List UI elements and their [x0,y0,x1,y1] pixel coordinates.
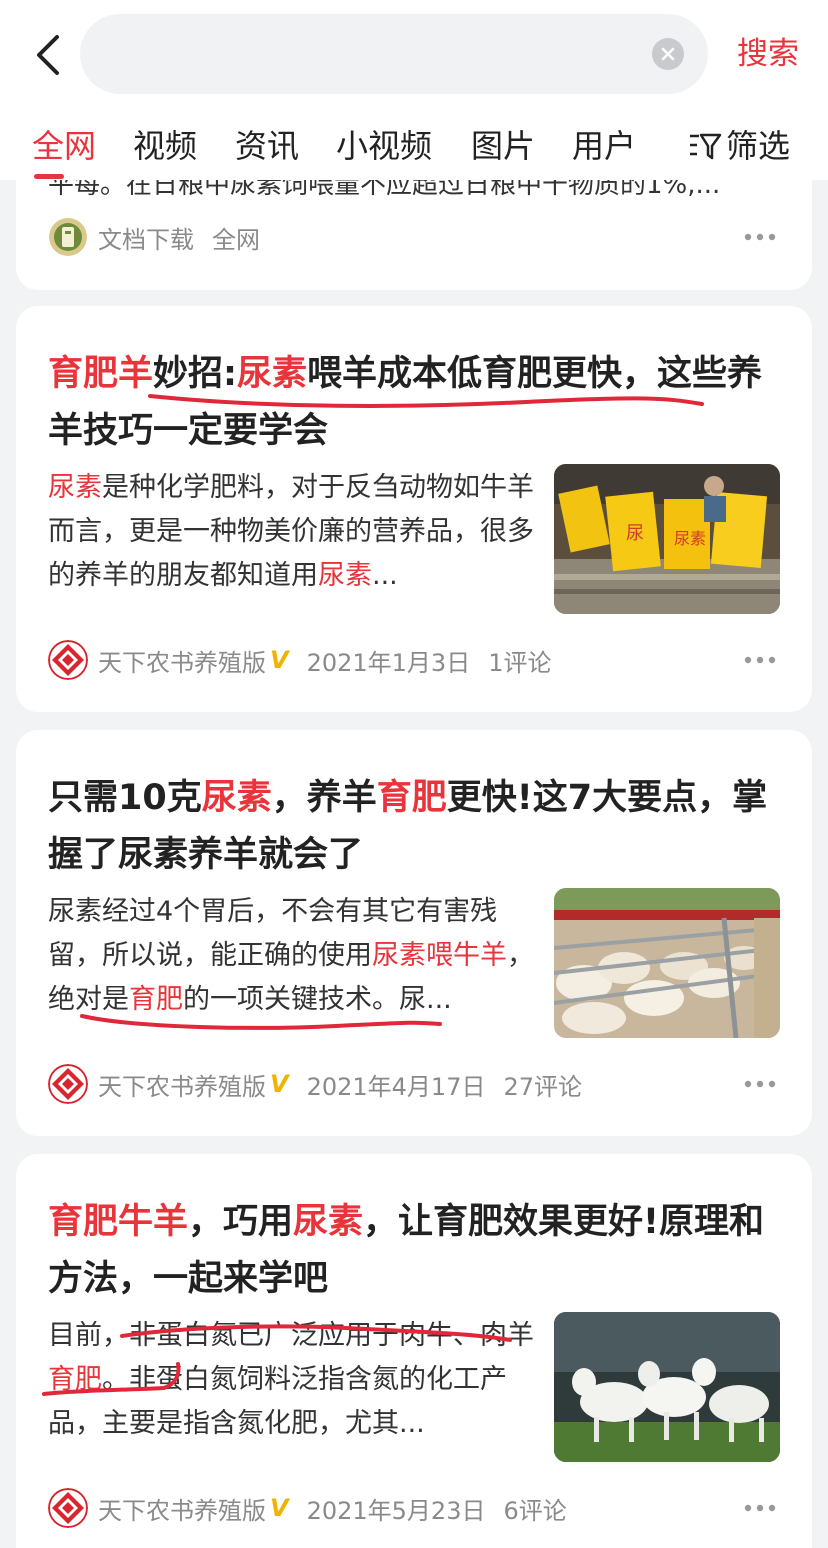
clear-search-button[interactable] [652,38,684,70]
title-highlight: 尿素 [293,1202,364,1242]
comment-count: 1评论 [488,648,552,677]
result-snippet: 目前，非蛋白氮已广泛应用于肉牛、肉羊育肥。非蛋白氮饲料泛指含氮的化工产品，主要是… [48,1314,538,1446]
result-meta: 文档下载 全网 [48,215,780,259]
filter-label: 筛选 [726,127,791,165]
white-goats-image [554,1312,780,1462]
active-tab-indicator [34,174,64,179]
source-logo-icon [48,1488,88,1528]
source-name[interactable]: 文档下载 [98,220,194,255]
result-card[interactable]: 育肥牛羊，巧用尿素，让育肥效果更好!原理和方法，一起来学吧 目前，非蛋白氮已广泛… [16,1154,812,1548]
publish-date: 2021年5月23日 [306,1496,486,1525]
category-tabs: 全网 视频 资讯 小视频 图片 用户 筛选 [0,118,828,180]
snippet-text: 目前，非蛋白氮已广泛应用于肉牛、肉羊 [48,1320,534,1351]
tab-short-video[interactable]: 小视频 [336,118,432,174]
document-download-avatar [49,218,87,256]
more-dots-icon [744,1504,776,1512]
result-title[interactable]: 只需10克尿素，养羊育肥更快!这7大要点，掌握了尿素养羊就会了 [48,770,778,884]
search-header: 搜索 全网 视频 资讯 小视频 图片 用户 筛选 [0,0,828,180]
result-meta: 天下农书养殖版 V 2021年1月3日 1评论 [48,638,780,682]
comment-count: 27评论 [503,1072,583,1101]
search-button[interactable]: 搜索 [728,30,808,78]
tab-news[interactable]: 资讯 [235,118,299,174]
snippet-text: 。非蛋白氮饲料泛指含氮的化工产品，主要是指含氮化肥，尤其... [48,1364,507,1439]
result-thumbnail[interactable] [554,888,780,1038]
tab-users[interactable]: 用户 [572,118,636,174]
result-title[interactable]: 育肥牛羊，巧用尿素，让育肥效果更好!原理和方法，一起来学吧 [48,1194,778,1308]
snippet-highlight: 育肥 [48,1364,102,1395]
comment-count: 6评论 [503,1496,567,1525]
search-input[interactable] [110,14,640,94]
snippet-text: 的一项关键技术。尿... [183,984,452,1015]
verified-badge: V [270,1070,289,1098]
verified-badge: V [270,646,289,674]
snippet-text: ... [372,560,398,591]
source-name[interactable]: 天下农书养殖版 [98,1067,266,1102]
more-options-button[interactable] [740,638,780,682]
verified-badge: V [270,1494,289,1522]
search-box [80,14,708,94]
title-highlight: 育肥 [376,778,447,818]
svg-text:尿: 尿 [626,523,644,544]
result-snippet: 尿素经过4个胃后，不会有其它有害残留，所以说，能正确的使用尿素喂牛羊，绝对是育肥… [48,890,538,1022]
more-dots-icon [744,656,776,664]
result-card[interactable]: 只需10克尿素，养羊育肥更快!这7大要点，掌握了尿素养羊就会了 尿素经过4个胃后… [16,730,812,1136]
source-name[interactable]: 天下农书养殖版 [98,1491,266,1526]
tab-filter[interactable]: 筛选 [688,118,790,174]
result-meta: 天下农书养殖版 V 2021年5月23日 6评论 [48,1486,780,1530]
title-text: ，巧用 [188,1202,294,1242]
title-text: ，养羊 [271,778,377,818]
result-card[interactable]: 育肥羊妙招:尿素喂羊成本低育肥更快，这些养羊技巧一定要学会 尿素是种化学肥料，对… [16,306,812,712]
svg-text:尿素: 尿素 [674,529,706,548]
snippet-highlight: 尿素喂牛羊 [372,940,507,971]
tab-video[interactable]: 视频 [133,118,197,174]
title-highlight: 育肥牛羊 [48,1202,189,1242]
title-highlight: 育肥羊 [48,354,154,394]
publish-date: 2021年1月3日 [306,648,471,677]
filter-icon [690,133,722,160]
tab-all-web[interactable]: 全网 [32,118,96,174]
title-highlight: 尿素 [201,778,272,818]
result-thumbnail[interactable] [554,1312,780,1462]
title-text: 妙招: [153,354,238,394]
title-highlight: 尿素 [237,354,308,394]
urea-bags-image: 尿 尿素 [554,464,780,614]
snippet-highlight: 尿素 [48,472,102,503]
result-title[interactable]: 育肥羊妙招:尿素喂羊成本低育肥更快，这些养羊技巧一定要学会 [48,346,778,460]
snippet-text: 是种化学肥料，对于反刍动物如牛羊而言，更是一种物美价廉的营养品，很多的养羊的朋友… [48,472,534,591]
source-scope: 全网 [212,225,260,254]
result-meta: 天下农书养殖版 V 2021年4月17日 27评论 [48,1062,780,1106]
result-thumbnail[interactable]: 尿 尿素 [554,464,780,614]
result-snippet: 尿素是种化学肥料，对于反刍动物如牛羊而言，更是一种物美价廉的营养品，很多的养羊的… [48,466,538,598]
tab-images[interactable]: 图片 [471,118,535,174]
title-text: 只需10克 [48,778,202,818]
more-options-button[interactable] [740,215,780,259]
more-options-button[interactable] [740,1486,780,1530]
close-icon [661,47,675,61]
snippet-highlight: 尿素 [318,560,372,591]
source-logo-icon [48,640,88,680]
sheep-pen-image [554,888,780,1038]
chevron-left-icon [37,35,59,75]
snippet-highlight: 育肥 [129,984,183,1015]
source-name[interactable]: 天下农书养殖版 [98,643,266,678]
publish-date: 2021年4月17日 [306,1072,486,1101]
more-dots-icon [744,1080,776,1088]
more-dots-icon [744,233,776,241]
back-button[interactable] [28,30,68,80]
source-logo-icon [48,1064,88,1104]
more-options-button[interactable] [740,1062,780,1106]
